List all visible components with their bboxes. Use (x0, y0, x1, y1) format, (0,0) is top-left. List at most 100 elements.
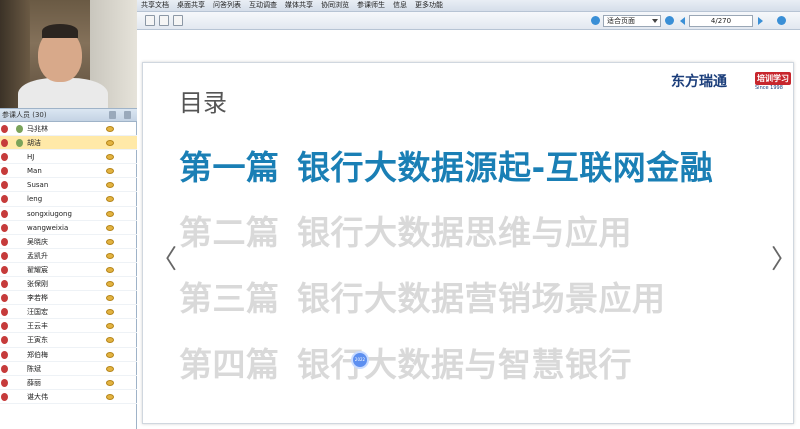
microphone-icon[interactable] (106, 238, 114, 245)
menu-item[interactable]: 互动调查 (249, 0, 277, 11)
presenter-hair (42, 24, 78, 38)
zoom-out-icon[interactable] (665, 16, 674, 25)
page-counter-value: 4/270 (710, 17, 732, 25)
member-name: 王云丰 (27, 322, 48, 331)
document-icon[interactable] (159, 15, 169, 26)
member-name: Man (27, 167, 42, 176)
user-avatar-icon (1, 209, 8, 218)
member-row[interactable]: leng (0, 192, 137, 207)
member-row[interactable]: Man (0, 164, 137, 179)
member-row[interactable]: HJ (0, 150, 137, 165)
menu-item[interactable]: 更多功能 (415, 0, 443, 11)
microphone-icon[interactable] (106, 210, 114, 217)
member-name: 张保刚 (27, 280, 48, 289)
settings-icon[interactable] (124, 111, 131, 119)
member-row[interactable]: 孟凯升 (0, 249, 137, 263)
microphone-icon[interactable] (106, 126, 114, 132)
member-row[interactable]: 胡洁 (0, 136, 137, 151)
fullscreen-icon[interactable] (777, 16, 786, 25)
microphone-icon[interactable] (106, 140, 114, 147)
microphone-icon[interactable] (106, 154, 114, 161)
chapter-number: 第三篇 (179, 279, 280, 318)
member-name: 胡洁 (27, 139, 41, 148)
member-row[interactable]: 薛丽 (0, 376, 137, 390)
microphone-icon[interactable] (106, 295, 114, 302)
slide-title: 目录 (179, 89, 227, 117)
chapter-item[interactable]: 第三篇 银行大数据营销场景应用 (179, 272, 666, 320)
member-name: leng (27, 195, 43, 204)
user-avatar-icon (1, 336, 8, 345)
member-row[interactable]: 郑伯梅 (0, 348, 137, 362)
next-page-icon[interactable] (758, 17, 763, 25)
member-row[interactable]: 王寅东 (0, 333, 137, 348)
menu-item[interactable]: 参课师生 (357, 0, 385, 11)
page-counter[interactable]: 4/270 (689, 15, 753, 27)
chapter-item[interactable]: 第二篇 银行大数据思维与应用 (179, 206, 632, 254)
member-row[interactable]: Susan (0, 178, 137, 193)
microphone-icon[interactable] (106, 379, 114, 386)
microphone-icon[interactable] (106, 224, 114, 231)
viewer-area (137, 30, 800, 62)
menu-item[interactable]: 共享文档 (141, 0, 169, 11)
chapter-title: 银行大数据营销场景应用 (297, 279, 666, 318)
microphone-icon[interactable] (106, 182, 114, 189)
member-row[interactable]: 张保刚 (0, 277, 137, 292)
microphone-icon[interactable] (106, 365, 114, 372)
toolbar: 适合页面 4/270 (137, 12, 800, 30)
pointer-cursor-icon: 2022 (351, 351, 369, 369)
member-row[interactable]: 汪国宏 (0, 305, 137, 320)
user-avatar-icon (1, 280, 8, 289)
left-panel: 参课人员 (30) 马兆林胡洁 HJ Man Susan leng songxiugong… (0, 0, 137, 429)
member-name: 吴晓庆 (27, 237, 48, 246)
previous-slide-arrow[interactable]: 〈 (151, 239, 177, 276)
member-row[interactable]: songxiugong (0, 207, 137, 221)
microphone-icon[interactable] (106, 337, 114, 344)
user-avatar-icon (1, 251, 8, 260)
member-row[interactable]: 王云丰 (0, 319, 137, 334)
user-avatar-icon (1, 181, 8, 190)
previous-page-icon[interactable] (680, 17, 685, 25)
presenter-status-icon (16, 139, 23, 148)
sort-icon[interactable] (108, 111, 116, 119)
menu-item[interactable]: 媒体共享 (285, 0, 313, 11)
member-row[interactable]: 翟耀宸 (0, 263, 137, 278)
microphone-icon[interactable] (106, 351, 114, 358)
chapter-item[interactable]: 第一篇 银行大数据源起-互联网金融 (179, 141, 713, 189)
member-row[interactable]: 马兆林 (0, 122, 137, 137)
zoom-select[interactable]: 适合页面 (603, 15, 661, 27)
user-avatar-icon (1, 294, 8, 303)
member-row[interactable]: 谌大伟 (0, 390, 137, 404)
member-name: wangweixia (27, 223, 69, 232)
menu-item[interactable]: 问答列表 (213, 0, 241, 11)
microphone-icon[interactable] (106, 266, 114, 273)
menu-item[interactable]: 协同浏览 (321, 0, 349, 11)
next-slide-arrow[interactable]: 〉 (771, 239, 797, 276)
microphone-icon[interactable] (106, 281, 114, 288)
zoom-in-icon[interactable] (591, 16, 600, 25)
user-avatar-icon (1, 308, 8, 317)
chapter-title: 银行大数据思维与应用 (297, 213, 632, 252)
microphone-icon[interactable] (106, 393, 114, 400)
microphone-icon[interactable] (106, 168, 114, 175)
menu-item[interactable]: 桌面共享 (177, 0, 205, 11)
chapter-item[interactable]: 第四篇 银行大数据与智慧银行 (179, 338, 632, 386)
member-name: 汪国宏 (27, 308, 48, 317)
member-row[interactable]: 吴晓庆 (0, 235, 137, 249)
member-list-header: 参课人员 (30) (0, 108, 137, 122)
user-avatar-icon (1, 153, 8, 162)
member-row[interactable]: wangweixia (0, 221, 137, 235)
user-avatar-icon (1, 125, 8, 133)
chapter-number: 第一篇 (179, 148, 280, 187)
microphone-icon[interactable] (106, 196, 114, 203)
microphone-icon[interactable] (106, 309, 114, 316)
member-row[interactable]: 陈斌 (0, 362, 137, 376)
user-avatar-icon (1, 167, 8, 176)
member-row[interactable]: 李若桦 (0, 291, 137, 306)
open-folder-icon[interactable] (145, 15, 155, 26)
user-avatar-icon (1, 237, 8, 246)
chapter-title: 银行大数据与智慧银行 (297, 345, 632, 384)
microphone-icon[interactable] (106, 323, 114, 330)
microphone-icon[interactable] (106, 252, 114, 259)
menu-item[interactable]: 信息 (393, 0, 407, 11)
annotate-icon[interactable] (173, 15, 183, 26)
